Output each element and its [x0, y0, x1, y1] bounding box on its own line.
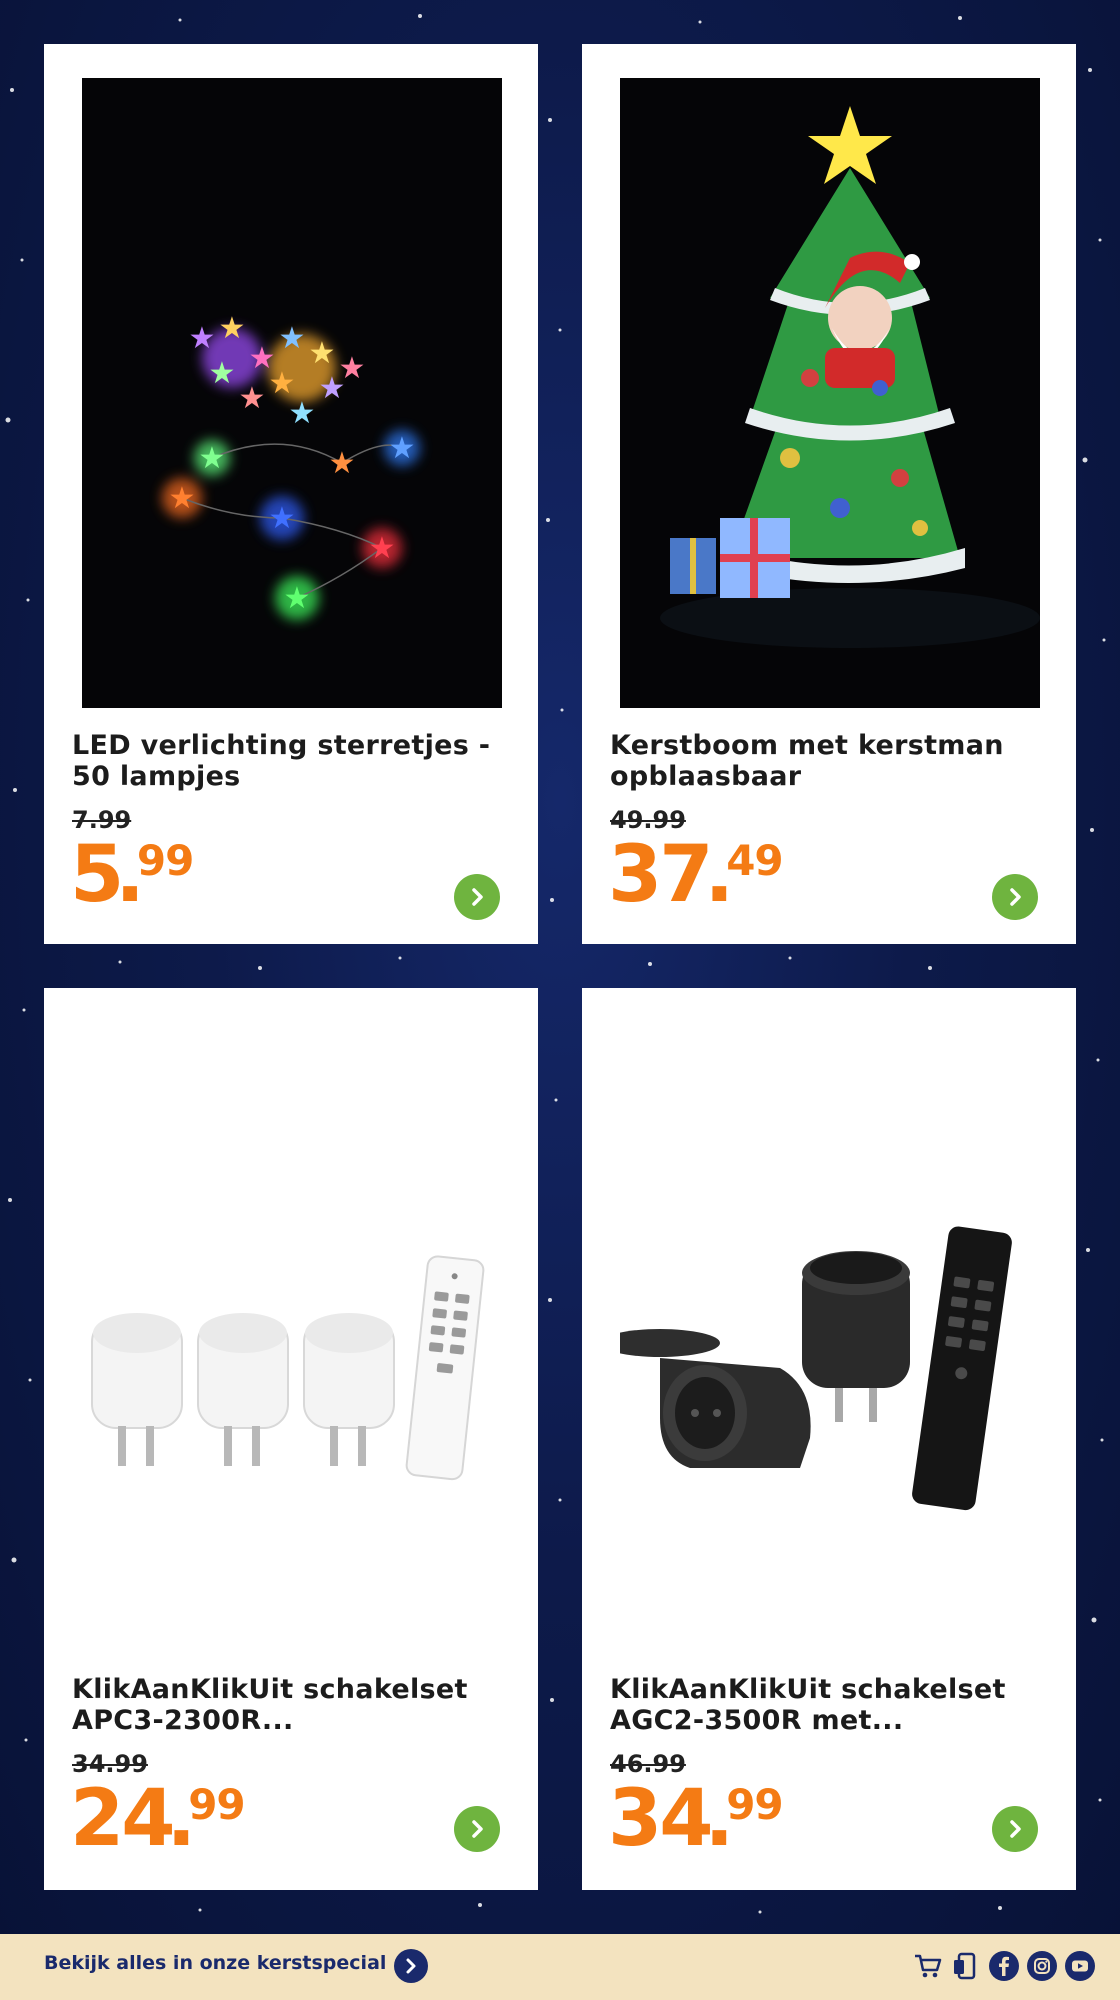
svg-text:★: ★ — [369, 531, 396, 566]
chevron-right-icon[interactable] — [454, 874, 500, 920]
cart-icon[interactable] — [912, 1950, 944, 1982]
black-plugs-remote-photo — [620, 1108, 1040, 1748]
inflatable-tree-photo — [620, 78, 1040, 708]
white-plugs-remote-photo — [82, 1108, 502, 1748]
price-main: 37 — [608, 830, 714, 920]
product-title: KlikAanKlikUit schakelset APC3-2300R... — [72, 1674, 468, 1736]
instagram-icon[interactable] — [1026, 1950, 1058, 1982]
youtube-icon[interactable] — [1064, 1950, 1096, 1982]
svg-text:★: ★ — [219, 311, 246, 346]
svg-text:★: ★ — [279, 321, 306, 356]
svg-text:★: ★ — [289, 396, 316, 431]
svg-text:★: ★ — [329, 446, 356, 481]
kerstspecial-link[interactable]: Bekijk alles in onze kerstspecial — [44, 1952, 386, 1974]
svg-text:★: ★ — [239, 381, 266, 416]
facebook-icon[interactable] — [988, 1950, 1020, 1982]
price-main: 34 — [608, 1774, 714, 1864]
chevron-right-icon[interactable] — [394, 1949, 428, 1983]
product-card[interactable]: KlikAanKlikUit schakelset AGC2-3500R met… — [582, 988, 1076, 1890]
product-title: Kerstboom met kerstman opblaasbaar — [610, 730, 1004, 792]
svg-text:★: ★ — [284, 581, 311, 616]
star-lights-photo: ★ ★ ★ ★ ★ ★ ★ ★ ★ ★ ★ ★ ★ ★ ★ ★ ★ ★ — [82, 78, 502, 708]
current-price: 37.49 — [608, 830, 784, 920]
product-card[interactable]: KlikAanKlikUit schakelset APC3-2300R... … — [44, 988, 538, 1890]
svg-text:★: ★ — [389, 431, 416, 466]
chevron-right-icon[interactable] — [992, 1806, 1038, 1852]
product-card[interactable]: ★ ★ ★ ★ ★ ★ ★ ★ ★ ★ ★ ★ ★ ★ ★ ★ ★ ★ LED verlicht… — [44, 44, 538, 944]
svg-text:★: ★ — [309, 336, 336, 371]
price-main: 24 — [70, 1774, 176, 1864]
current-price: 5.99 — [70, 830, 194, 920]
svg-text:★: ★ — [169, 481, 196, 516]
product-title: LED verlichting sterretjes - 50 lampjes — [72, 730, 491, 792]
svg-text:★: ★ — [269, 501, 296, 536]
svg-text:★: ★ — [209, 356, 236, 391]
price-cents: 99 — [188, 1780, 245, 1829]
svg-text:★: ★ — [189, 321, 216, 356]
chevron-right-icon[interactable] — [454, 1806, 500, 1852]
phone-icon[interactable] — [950, 1950, 982, 1982]
footer-bar: Bekijk alles in onze kerstspecial — [0, 1934, 1120, 2000]
product-card[interactable]: Kerstboom met kerstman opblaasbaar 49.99… — [582, 44, 1076, 944]
svg-text:★: ★ — [199, 441, 226, 476]
current-price: 34.99 — [608, 1774, 784, 1864]
product-title: KlikAanKlikUit schakelset AGC2-3500R met… — [610, 1674, 1006, 1736]
svg-text:★: ★ — [319, 371, 346, 406]
current-price: 24.99 — [70, 1774, 246, 1864]
price-cents: 99 — [136, 836, 194, 885]
price-cents: 99 — [726, 1780, 783, 1829]
chevron-right-icon[interactable] — [992, 874, 1038, 920]
price-cents: 49 — [726, 836, 783, 885]
price-main: 5 — [70, 830, 124, 920]
